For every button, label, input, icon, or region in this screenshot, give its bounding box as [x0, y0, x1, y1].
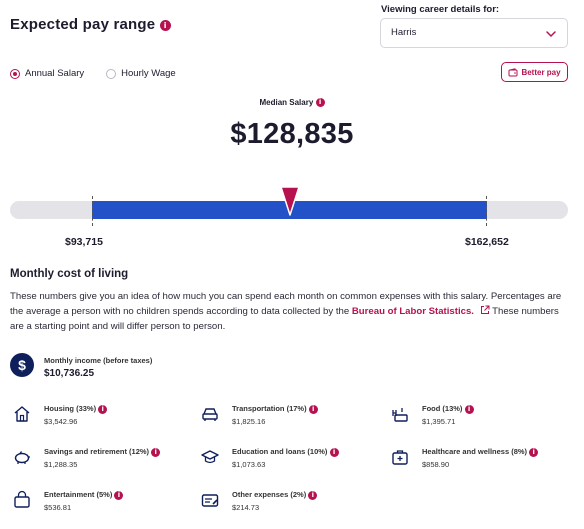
low-salary-label: $93,715: [65, 236, 103, 248]
expense-label: Transportation (17%) i: [232, 404, 318, 414]
better-pay-label: Better pay: [521, 67, 561, 77]
expense-value: $536.81: [44, 503, 72, 512]
expense-label: Food (13%) i: [422, 404, 474, 414]
location-select[interactable]: Harris: [380, 18, 568, 48]
food-icon: [392, 408, 408, 422]
radio-hourly-wage-label[interactable]: Hourly Wage: [121, 68, 176, 79]
low-salary-tick: [92, 196, 93, 226]
cost-of-living-heading: Monthly cost of living: [10, 268, 129, 280]
info-icon[interactable]: i: [159, 19, 171, 31]
info-icon[interactable]: i: [464, 404, 474, 414]
expense-value: $1,073.63: [232, 460, 266, 469]
median-salary-label: Median Salary i: [0, 98, 584, 108]
radio-annual-salary[interactable]: [10, 68, 20, 79]
expense-value: $3,542.96: [44, 417, 78, 426]
high-salary-label: $162,652: [465, 236, 509, 248]
radio-hourly-wage[interactable]: [106, 68, 117, 79]
piggy-bank-icon: [14, 451, 30, 464]
median-marker: [279, 186, 300, 216]
monthly-income-label: Monthly income (before taxes): [44, 356, 153, 365]
expense-label: Entertainment (5%) i: [44, 490, 124, 500]
cost-of-living-description: These numbers give you an idea of how mu…: [10, 291, 562, 332]
graduation-cap-icon: [201, 450, 219, 464]
expense-label: Savings and retirement (12%) i: [44, 447, 161, 457]
info-icon[interactable]: i: [151, 447, 161, 457]
expense-label: Education and loans (10%) i: [232, 447, 339, 457]
info-icon[interactable]: i: [529, 447, 539, 457]
chevron-down-icon: [546, 31, 556, 38]
expense-value: $1,395.71: [422, 417, 456, 426]
info-icon[interactable]: i: [98, 404, 108, 414]
info-icon[interactable]: i: [315, 98, 325, 108]
wallet-icon: [508, 67, 518, 76]
expense-label: Healthcare and wellness (8%) i: [422, 447, 539, 457]
better-pay-button[interactable]: Better pay: [501, 62, 568, 82]
median-salary-value: $128,835: [230, 118, 354, 150]
radio-annual-salary-label[interactable]: Annual Salary: [25, 68, 84, 79]
home-icon: [14, 406, 30, 422]
info-icon[interactable]: i: [329, 447, 339, 457]
expense-value: $1,825.16: [232, 417, 266, 426]
info-icon[interactable]: i: [114, 490, 124, 500]
medical-kit-icon: [392, 450, 408, 465]
receipt-icon: [201, 494, 219, 507]
page-title: Expected pay range i: [10, 16, 171, 33]
expense-value: $1,288.35: [44, 460, 78, 469]
ticket-icon: [14, 490, 30, 508]
expense-label: Other expenses (2%) i: [232, 490, 318, 500]
expense-value: $858.90: [422, 460, 450, 469]
info-icon[interactable]: i: [308, 404, 318, 414]
viewing-label: Viewing career details for:: [381, 4, 500, 15]
bls-link[interactable]: Bureau of Labor Statistics.: [352, 306, 474, 317]
external-link-icon[interactable]: [480, 305, 490, 315]
location-select-value: Harris: [391, 27, 417, 38]
expense-label: Housing (33%) i: [44, 404, 108, 414]
high-salary-tick: [486, 196, 487, 226]
dollar-icon: $: [10, 353, 34, 377]
pay-type-toggle: Annual Salary Hourly Wage: [10, 68, 176, 79]
info-icon[interactable]: i: [308, 490, 318, 500]
monthly-income-value: $10,736.25: [44, 368, 95, 379]
expense-value: $214.73: [232, 503, 260, 512]
car-icon: [202, 408, 218, 421]
